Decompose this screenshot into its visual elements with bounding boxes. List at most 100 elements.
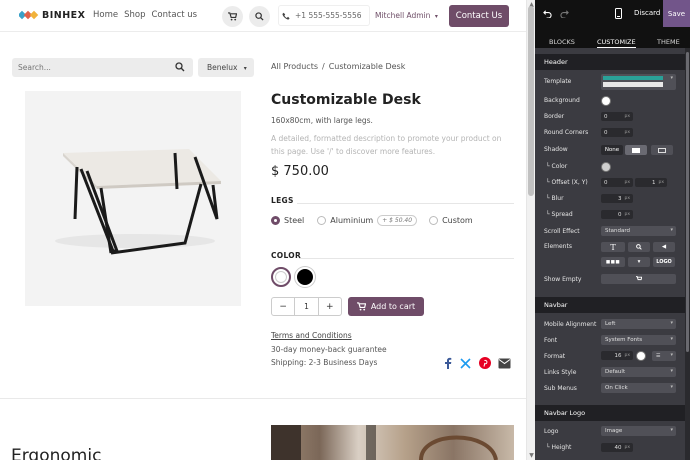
font-size-input[interactable]: 16 px [601, 351, 633, 360]
email-icon[interactable] [498, 354, 511, 373]
discard-button[interactable]: Discard [634, 9, 660, 17]
site-logo[interactable]: BINHEX [19, 8, 86, 22]
twitter-x-icon[interactable] [460, 354, 471, 373]
shadow-inset-icon [658, 147, 666, 153]
font-size-value: 16 [614, 352, 622, 359]
redo-icon[interactable] [560, 9, 569, 18]
user-element-button[interactable]: ▾ [628, 257, 650, 267]
pricelist-dropdown[interactable]: Benelux ▾ [198, 58, 254, 77]
breadcrumb-separator: / [322, 62, 325, 71]
editor-scrollbar[interactable] [685, 48, 690, 460]
font-select[interactable]: System Fonts [601, 335, 676, 345]
nav-contact[interactable]: Contact us [152, 10, 198, 20]
background-color-picker[interactable] [601, 96, 611, 106]
search-element-button[interactable] [628, 242, 650, 252]
spread-input[interactable]: 0 px [601, 210, 633, 219]
main-nav: Home Shop Contact us [93, 10, 197, 20]
mobile-alignment-select[interactable]: Left [601, 319, 676, 329]
blur-input[interactable]: 3 px [601, 194, 633, 203]
tab-customize[interactable]: CUSTOMIZE [597, 38, 636, 48]
unit-label: px [624, 353, 630, 358]
logo-element-button[interactable]: LOGO [653, 257, 675, 267]
pricelist-value: Benelux [207, 63, 238, 72]
add-to-cart-label: Add to cart [370, 302, 416, 311]
product-image[interactable] [25, 91, 241, 306]
logo-type-select[interactable]: Image [601, 426, 676, 436]
qty-decrease-button[interactable]: − [272, 302, 294, 312]
editor-tabs: BLOCKS CUSTOMIZE THEME [535, 27, 690, 48]
section-divider [0, 398, 526, 399]
template-select[interactable] [601, 74, 676, 90]
offset-x-input[interactable]: 0 px [601, 178, 633, 187]
editor-scrollbar-thumb[interactable] [686, 52, 689, 352]
border-input[interactable]: 0 px [601, 112, 633, 121]
save-button[interactable]: Save [663, 0, 690, 27]
page-scrollbar[interactable]: ▲ ▼ [526, 0, 535, 460]
text-align-select[interactable]: ☰ [652, 351, 676, 361]
user-menu[interactable]: Mitchell Admin ▾ [375, 11, 438, 20]
format-label: Format [544, 353, 566, 360]
radio-custom[interactable] [429, 216, 439, 225]
text-color-picker[interactable] [636, 351, 646, 361]
shadow-none-button[interactable]: None [601, 145, 623, 155]
nav-home[interactable]: Home [93, 10, 118, 20]
logo-height-input[interactable]: 40 px [601, 443, 633, 452]
undo-icon[interactable] [543, 9, 552, 18]
search-button[interactable] [249, 6, 270, 27]
language-element-button[interactable]: ◀ [653, 242, 675, 252]
mobile-preview-icon[interactable] [615, 8, 622, 19]
phone-link[interactable]: +1 555-555-5556 [278, 5, 370, 26]
section-heading: Ergonomic [11, 446, 102, 460]
blur-value: 3 [617, 195, 622, 202]
scroll-effect-select[interactable]: Standard [601, 226, 676, 236]
phone-number: +1 555-555-5556 [295, 11, 362, 20]
cart-button[interactable] [222, 6, 243, 27]
contact-us-button[interactable]: Contact Us [449, 5, 509, 27]
product-description[interactable]: A detailed, formatted description to pro… [271, 132, 515, 158]
option-aluminium-label: Aluminium [330, 216, 374, 225]
round-corners-value: 0 [604, 129, 608, 136]
tab-theme[interactable]: THEME [657, 38, 680, 46]
breadcrumb-all-products[interactable]: All Products [271, 62, 318, 71]
color-swatch-white[interactable] [271, 267, 291, 287]
navbar-section-title: Navbar [535, 297, 690, 313]
nav-shop[interactable]: Shop [124, 10, 145, 20]
elements-label: Elements [544, 243, 572, 250]
option-steel-label: Steel [284, 216, 305, 225]
legs-label: LEGS [271, 196, 294, 205]
shadow-outset-button[interactable] [625, 145, 647, 155]
qty-input[interactable]: 1 [294, 297, 319, 316]
search-icon[interactable] [175, 62, 185, 72]
sub-menus-select[interactable]: On Click [601, 383, 676, 393]
website-page: BINHEX Home Shop Contact us +1 555-555-5… [0, 0, 526, 460]
facebook-icon[interactable] [444, 354, 452, 373]
round-corners-input[interactable]: 0 px [601, 128, 633, 137]
social-element-button[interactable]: ■■■ [601, 257, 625, 267]
scrollbar-thumb[interactable] [528, 6, 534, 196]
product-search [12, 58, 193, 77]
shadow-color-picker[interactable] [601, 162, 611, 172]
pinterest-icon[interactable] [479, 354, 491, 373]
sub-menus-label: Sub Menus [544, 385, 577, 392]
tab-blocks[interactable]: BLOCKS [549, 38, 575, 46]
qty-increase-button[interactable]: + [319, 302, 341, 312]
shadow-inset-button[interactable] [651, 145, 673, 155]
links-style-select[interactable]: Default [601, 367, 676, 377]
offset-x-value: 0 [604, 179, 608, 186]
unit-label: px [658, 180, 664, 185]
scroll-down-icon[interactable]: ▼ [528, 452, 535, 459]
terms-link[interactable]: Terms and Conditions [271, 331, 352, 340]
radio-steel[interactable] [271, 216, 280, 225]
add-to-cart-button[interactable]: Add to cart [348, 297, 424, 316]
section-image[interactable] [271, 425, 514, 460]
text-element-button[interactable]: T [601, 242, 625, 252]
editor-panel: Discard Save BLOCKS CUSTOMIZE THEME Head… [535, 0, 690, 460]
color-swatch-black[interactable] [295, 267, 315, 287]
search-input[interactable] [18, 61, 168, 74]
offset-y-input[interactable]: 1 px [635, 178, 667, 187]
show-empty-cart-button[interactable] [601, 274, 676, 284]
option-custom-label: Custom [442, 216, 473, 225]
template-label: Template [544, 78, 572, 85]
radio-aluminium[interactable] [317, 216, 327, 225]
color-divider [299, 258, 514, 259]
